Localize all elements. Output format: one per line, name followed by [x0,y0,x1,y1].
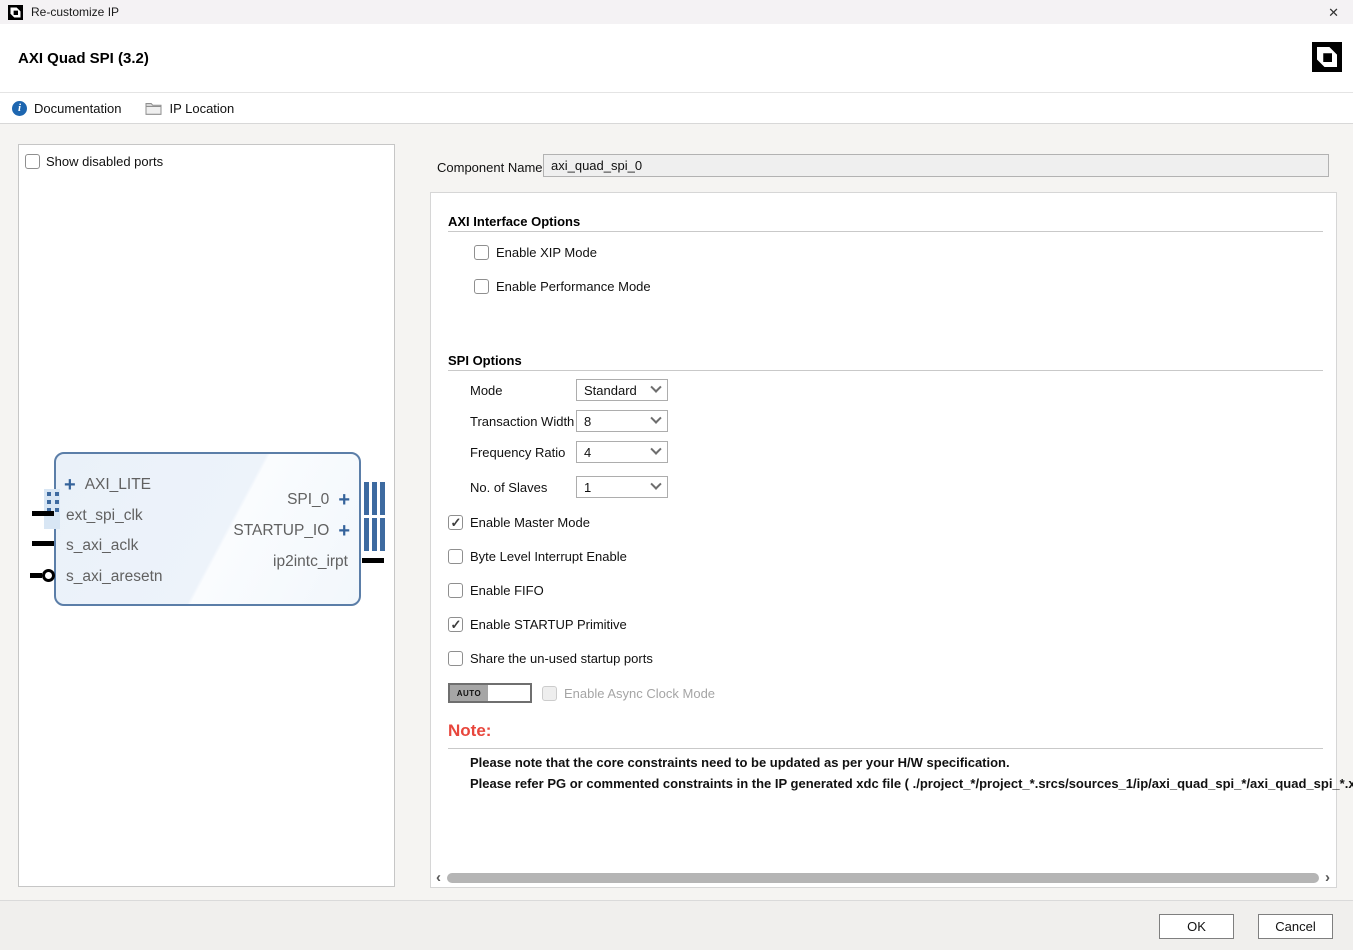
chevron-down-icon [650,444,661,455]
share-unused-startup-ports-checkbox[interactable] [448,651,463,666]
documentation-button[interactable]: i Documentation [12,101,121,116]
port-label: s_axi_aresetn [66,568,163,586]
toolbar: i Documentation IP Location [0,92,1353,124]
port-label: SPI_0 [287,491,329,509]
note-heading: Note: [448,721,491,741]
bus-bars-spi0-icon [364,482,385,515]
enable-xip-mode-checkbox[interactable] [474,245,489,260]
scroll-left-arrow[interactable]: ‹ [436,872,441,884]
close-icon[interactable]: ✕ [1324,3,1343,23]
checkbox-label: Byte Level Interrupt Enable [470,549,627,564]
select-value: 1 [584,480,591,495]
checkbox-label: Share the un-used startup ports [470,651,653,666]
pin-stub-ip2intc-irpt [362,558,384,563]
spi-options-heading: SPI Options [448,353,522,368]
port-label: ext_spi_clk [66,507,143,525]
transaction-width-select[interactable]: 8 [576,410,668,432]
frequency-ratio-select[interactable]: 4 [576,441,668,463]
expand-interface-icon[interactable]: + [338,493,350,507]
ok-button[interactable]: OK [1159,914,1234,939]
divider [448,748,1323,749]
checkbox-label: Enable FIFO [470,583,544,598]
horizontal-scrollbar-thumb[interactable] [447,873,1319,883]
select-value: 4 [584,445,591,460]
info-icon: i [12,101,27,116]
show-disabled-ports-checkbox[interactable] [25,154,40,169]
component-name-input[interactable] [543,154,1329,177]
mode-select[interactable]: Standard [576,379,668,401]
byte-level-interrupt-enable-checkbox[interactable] [448,549,463,564]
checkbox-label: Enable Async Clock Mode [564,686,715,701]
enable-fifo-checkbox[interactable] [448,583,463,598]
chevron-down-icon [650,413,661,424]
reset-ring-icon [42,569,55,582]
ip-block: + AXI_LITE ext_spi_clk s_axi_aclk s_axi_… [54,452,361,606]
enable-performance-mode-checkbox[interactable] [474,279,489,294]
show-disabled-ports-label: Show disabled ports [46,154,163,169]
enable-startup-primitive-checkbox[interactable] [448,617,463,632]
checkbox-label: Enable XIP Mode [496,245,597,260]
expand-interface-icon[interactable]: + [64,478,76,492]
xilinx-logo-icon [8,5,23,20]
scroll-right-arrow[interactable]: › [1325,872,1330,884]
select-value: 8 [584,414,591,429]
enable-master-mode-checkbox[interactable] [448,515,463,530]
checkbox-label: Enable Performance Mode [496,279,651,294]
mode-label: Mode [470,383,503,398]
select-value: Standard [584,383,637,398]
auto-toggle[interactable]: AUTO [448,683,532,703]
port-label: AXI_LITE [85,476,151,494]
ip-location-button[interactable]: IP Location [145,101,234,116]
port-label: STARTUP_IO [233,522,329,540]
port-label: s_axi_aclk [66,537,138,555]
bus-interface-icon [44,489,60,529]
chevron-down-icon [650,479,661,490]
recustomize-ip-dialog: Re-customize IP ✕ AXI Quad SPI (3.2) i D… [0,0,1353,950]
port-label: ip2intc_irpt [273,553,348,571]
dialog-header: AXI Quad SPI (3.2) [0,24,1353,91]
transaction-width-label: Transaction Width [470,414,574,429]
folder-icon [145,101,162,115]
enable-async-clock-mode-checkbox [542,686,557,701]
frequency-ratio-label: Frequency Ratio [470,445,565,460]
no-of-slaves-label: No. of Slaves [470,480,547,495]
note-line: Please refer PG or commented constraints… [470,776,1353,791]
pin-stub-s-axi-aresetn [30,573,42,578]
xilinx-logo-icon [1312,42,1342,72]
pin-stub-s-axi-aclk [32,541,54,546]
note-line: Please note that the core constraints ne… [470,755,1010,770]
no-of-slaves-select[interactable]: 1 [576,476,668,498]
ip-location-label: IP Location [169,101,234,116]
documentation-label: Documentation [34,101,121,116]
checkbox-label: Enable Master Mode [470,515,590,530]
title-bar: Re-customize IP ✕ [0,0,1353,24]
options-scroll-area: AXI Interface Options Enable XIP Mode En… [430,192,1337,888]
component-name-label: Component Name [437,160,543,175]
pin-stub-ext-spi-clk [32,511,54,516]
axi-options-heading: AXI Interface Options [448,214,580,229]
ip-title: AXI Quad SPI (3.2) [18,50,149,67]
chevron-down-icon [650,382,661,393]
bus-bars-startup-io-icon [364,518,385,551]
auto-toggle-label: AUTO [450,685,488,701]
window-title: Re-customize IP [31,5,119,19]
expand-interface-icon[interactable]: + [338,524,350,538]
checkbox-label: Enable STARTUP Primitive [470,617,627,632]
cancel-button[interactable]: Cancel [1258,914,1333,939]
footer-bar: OK Cancel [0,900,1353,950]
divider [448,370,1323,371]
divider [448,231,1323,232]
